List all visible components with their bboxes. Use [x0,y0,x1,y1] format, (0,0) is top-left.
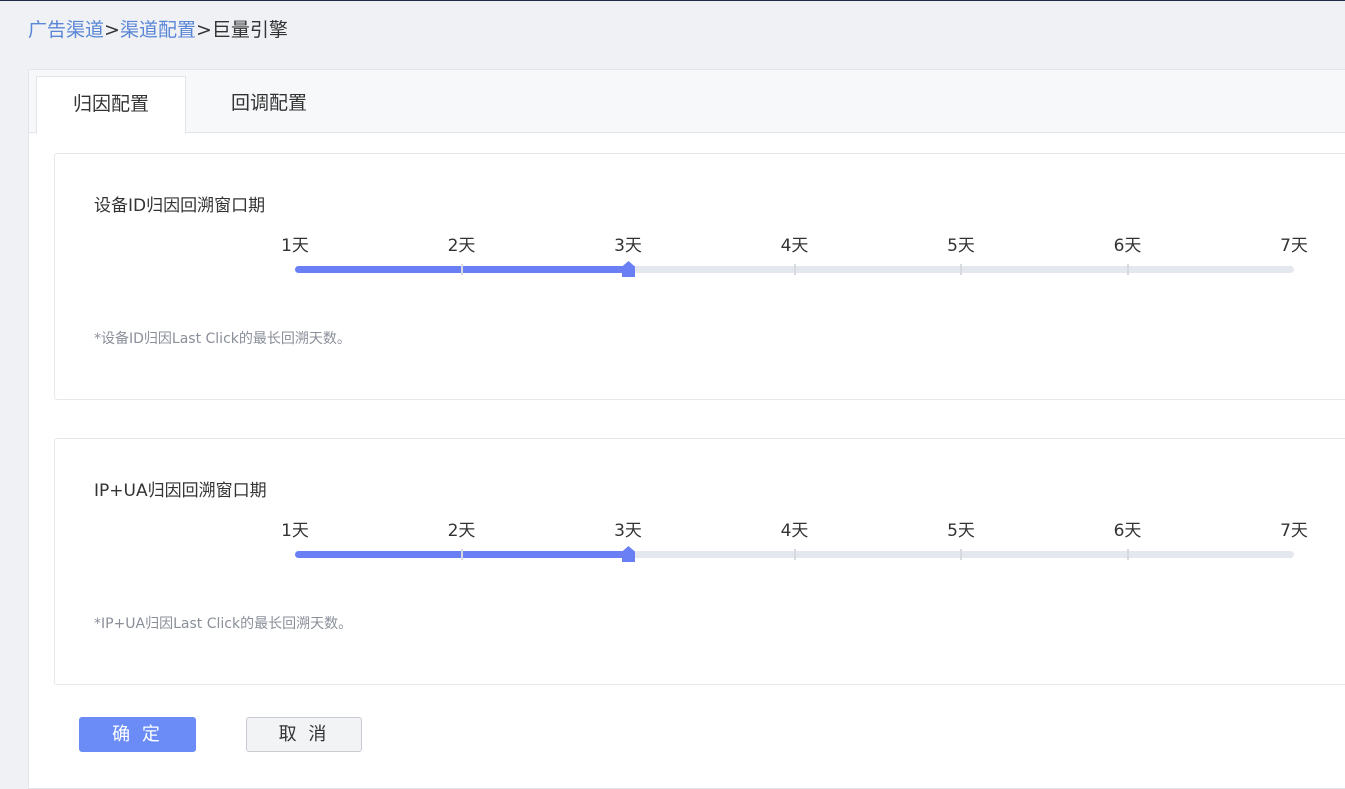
slider-tick-mark [1126,549,1129,560]
tab-callback-config[interactable]: 回调配置 [204,76,334,133]
slider-tick-mark [793,264,796,275]
slider-handle[interactable] [622,261,635,277]
slider-tick-label[interactable]: 6天 [1114,236,1142,256]
slider-tick-mark [960,549,962,560]
slider-tick-mark [460,549,463,560]
main-panel: 归因配置 回调配置 设备ID归因回溯窗口期 1天 2天 3天 4天 5天 6天 7天 *设备… [28,69,1345,789]
card-title: 设备ID归因回溯窗口期 [94,196,266,216]
slider-tick-label[interactable]: 1天 [281,521,309,541]
card-note: *IP+UA归因Last Click的最长回溯天数。 [94,616,353,632]
slider-handle[interactable] [622,546,635,562]
slider-tick-label[interactable]: 5天 [947,521,975,541]
tab-attribution-config[interactable]: 归因配置 [36,76,186,134]
slider-tick-label[interactable]: 1天 [281,236,309,256]
slider-tick-mark [960,264,962,275]
slider-tick-label[interactable]: 3天 [614,521,642,541]
slider-tick-mark [793,549,796,560]
slider-tick-label[interactable]: 2天 [448,521,476,541]
slider-tick-label[interactable]: 2天 [448,236,476,256]
cancel-button[interactable]: 取 消 [246,717,362,752]
confirm-button[interactable]: 确 定 [79,717,196,752]
slider-tick-label[interactable]: 7天 [1280,521,1308,541]
card-note: *设备ID归因Last Click的最长回溯天数。 [94,331,351,347]
slider-tick-label[interactable]: 5天 [947,236,975,256]
breadcrumb-item-current: 巨量引擎 [211,19,288,41]
breadcrumb-item-channel-config[interactable]: 渠道配置 [120,19,196,41]
device-id-attribution-card: 设备ID归因回溯窗口期 1天 2天 3天 4天 5天 6天 7天 *设备ID归因Last C… [54,153,1345,400]
device-id-window-slider[interactable]: 1天 2天 3天 4天 5天 6天 7天 [281,236,1308,281]
slider-tick-label[interactable]: 4天 [781,236,809,256]
window-top-border [0,0,1345,1]
ip-ua-window-slider[interactable]: 1天 2天 3天 4天 5天 6天 7天 [281,521,1308,566]
slider-tick-label[interactable]: 6天 [1114,521,1142,541]
breadcrumb: 广告渠道>渠道配置>巨量引擎 [28,17,288,43]
slider-tick-label[interactable]: 7天 [1280,236,1308,256]
slider-tick-mark [460,264,463,275]
tab-bar: 归因配置 回调配置 [29,70,1345,134]
slider-tick-mark [1126,264,1129,275]
breadcrumb-item-ad-channels[interactable]: 广告渠道 [28,19,104,41]
ip-ua-attribution-card: IP+UA归因回溯窗口期 1天 2天 3天 4天 5天 6天 7天 *IP+UA归因Last… [54,438,1345,685]
card-title: IP+UA归因回溯窗口期 [94,481,267,501]
slider-tick-label[interactable]: 3天 [614,236,642,256]
breadcrumb-separator: > [104,19,120,41]
slider-tick-label[interactable]: 4天 [781,521,809,541]
breadcrumb-separator: > [195,19,212,41]
